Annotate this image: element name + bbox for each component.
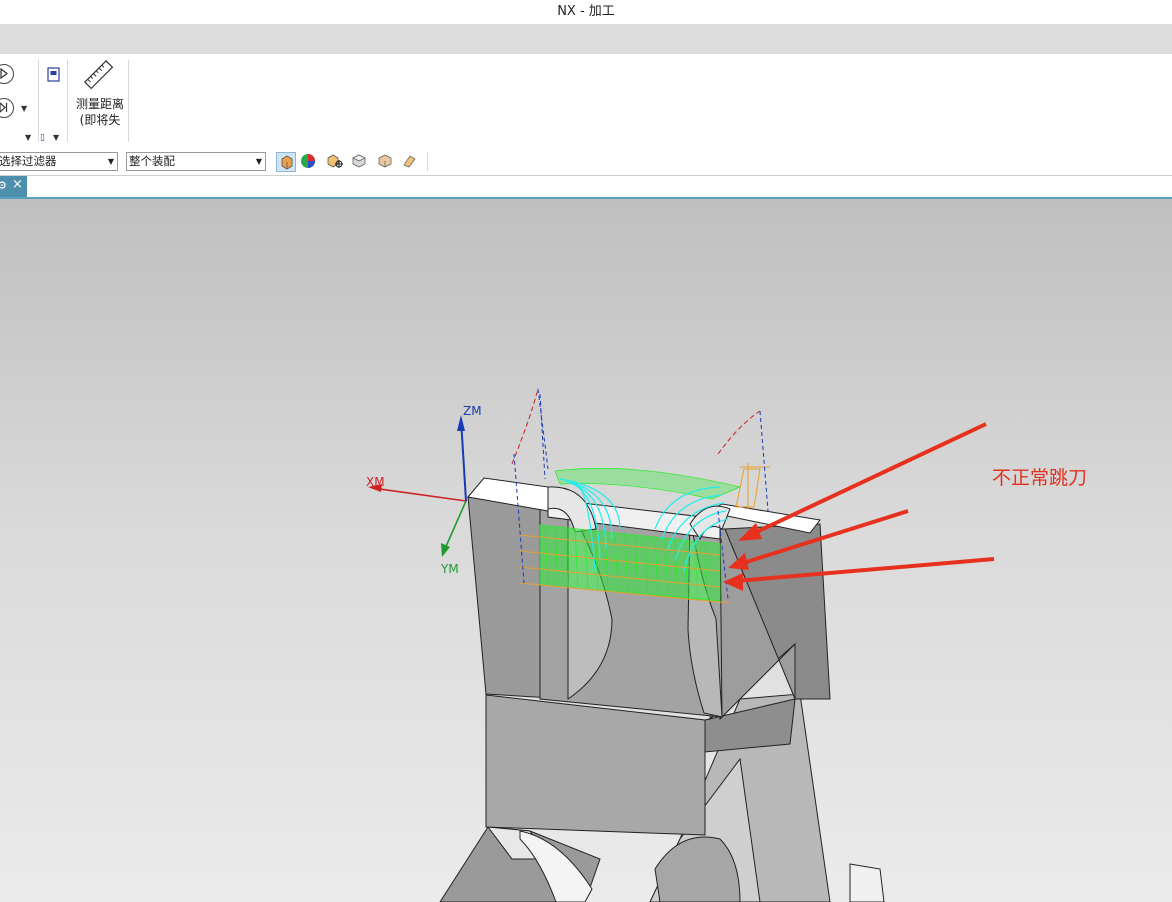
ruler-icon[interactable] [82, 58, 116, 92]
component-select-icon[interactable] [276, 152, 296, 172]
chevron-down-icon: ▼ [107, 157, 114, 166]
sheet-body-icon[interactable] [377, 153, 393, 169]
xm-axis-label: XM [366, 475, 385, 489]
ym-axis-label: YM [441, 562, 459, 576]
body-snap-icon[interactable] [326, 153, 343, 169]
ribbon-divider [67, 60, 68, 142]
small-doc-icon[interactable]: ▯ [40, 133, 45, 143]
tab-part[interactable]: ⚙ × [0, 176, 27, 197]
scope-dropdown[interactable]: 整个装配 ▼ [126, 152, 266, 171]
measure-label-line1: 测量距离 [75, 97, 124, 111]
tab-bar: ⚙ × [0, 176, 1172, 199]
menu-strip [0, 24, 1172, 54]
chevron-down-icon: ▼ [255, 157, 262, 166]
right-small-tab [849, 863, 885, 902]
face-select-icon[interactable] [401, 153, 417, 169]
measure-distance-button[interactable]: 测量距离 (即将失 [72, 96, 128, 128]
close-icon[interactable]: × [12, 175, 23, 195]
chevron-down-icon[interactable]: ▼ [25, 133, 31, 142]
model-view [368, 388, 995, 902]
ribbon-divider [128, 60, 129, 142]
scope-value: 整个装配 [129, 154, 175, 168]
selection-filter-value: 选择过滤器 [0, 154, 57, 168]
ribbon-divider [38, 60, 39, 142]
measure-label-line2: (即将失 [79, 113, 121, 127]
play-icon[interactable] [0, 64, 14, 84]
window-title: NX - 加工 [557, 4, 615, 19]
solid-body-icon[interactable] [351, 153, 367, 169]
zm-axis-label: ZM [463, 404, 482, 418]
chevron-down-icon[interactable]: ▼ [21, 104, 27, 113]
chevron-down-icon[interactable]: ▼ [53, 133, 59, 142]
gear-icon: ⚙ [0, 179, 7, 192]
step-forward-icon[interactable] [0, 98, 14, 118]
selection-bar: 选择过滤器 ▼ 整个装配 ▼ [0, 148, 1172, 176]
document-icon[interactable] [47, 67, 61, 82]
selection-filter-dropdown[interactable]: 选择过滤器 ▼ [0, 152, 118, 171]
graphics-window[interactable]: ZM XM YM 不正常跳刀 [0, 199, 1172, 902]
toolbar-divider [427, 152, 428, 171]
middle-block [485, 694, 706, 836]
color-wheel-icon[interactable] [300, 153, 316, 169]
title-bar: NX - 加工 [0, 0, 1172, 24]
annotation-label: 不正常跳刀 [992, 467, 1088, 489]
ribbon: ▼ ▼ ▯ ▼ 测量距离 (即将失 [0, 54, 1172, 149]
